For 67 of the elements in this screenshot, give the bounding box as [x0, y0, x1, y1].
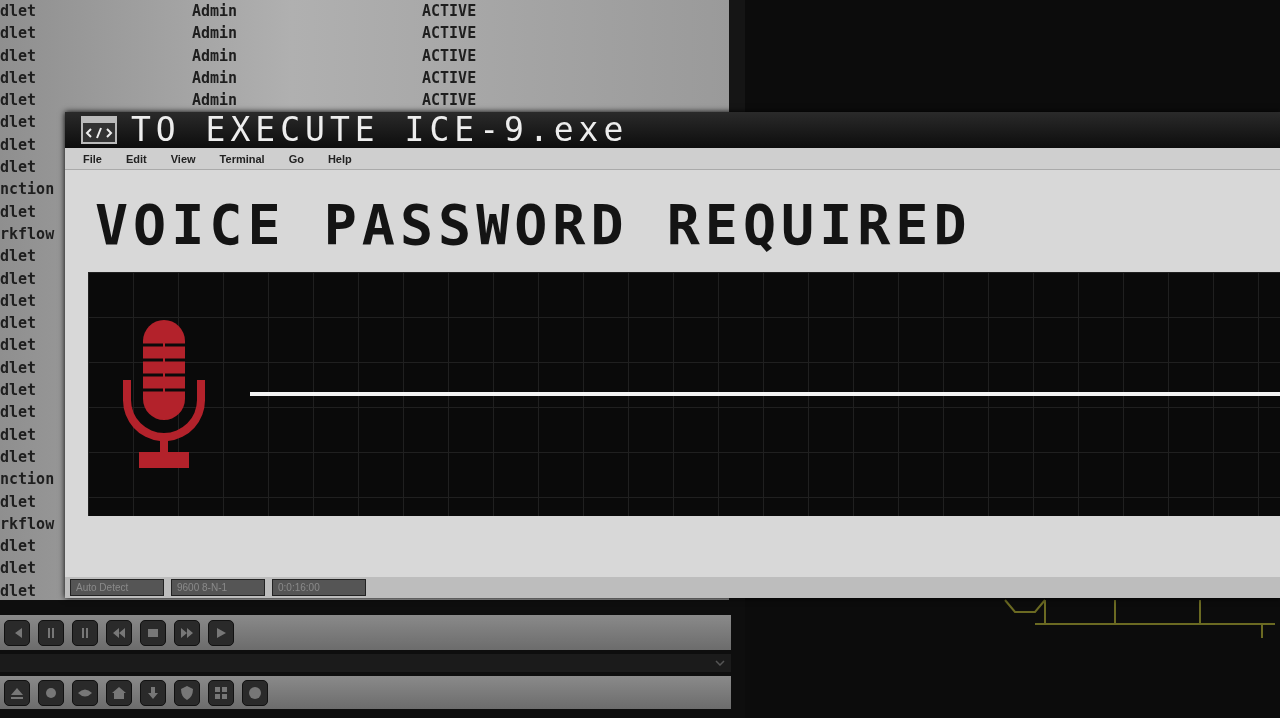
- list-cell-text: ACTIVE: [422, 23, 477, 45]
- list-cell-text: Admin: [192, 67, 238, 89]
- list-cell-text: dlet: [0, 134, 37, 156]
- toolbar-button[interactable]: [38, 679, 64, 706]
- list-cell-text: dlet: [0, 424, 37, 446]
- list-cell-text: ACTIVE: [422, 1, 477, 22]
- list-cell-text: dlet: [0, 446, 37, 468]
- toolbar-button[interactable]: [106, 679, 132, 706]
- list-cell-text: dlet: [0, 357, 37, 379]
- list-cell-text: dlet: [0, 201, 37, 223]
- toolbar-button[interactable]: [106, 619, 132, 646]
- download-icon: [145, 684, 161, 701]
- menu-item[interactable]: Help: [327, 151, 352, 166]
- toolbar-button[interactable]: [72, 619, 98, 646]
- list-cell-text: dlet: [0, 90, 37, 112]
- list-cell-text: dlet: [0, 536, 37, 558]
- caret-icon: [715, 660, 725, 666]
- list-cell-text: dlet: [0, 1, 37, 22]
- home-icon: [111, 684, 127, 701]
- list-cell-text: rkflow: [0, 223, 55, 245]
- list-cell-text: nction: [0, 469, 55, 491]
- list-cell-text: dlet: [0, 157, 37, 179]
- toolbar-button[interactable]: [140, 679, 166, 706]
- list-cell-text: ACTIVE: [422, 67, 477, 89]
- toolbar-button[interactable]: [208, 679, 234, 706]
- list-cell-text: Admin: [192, 90, 238, 112]
- list-cell-text: dlet: [0, 268, 37, 290]
- toolbar-button[interactable]: [208, 619, 234, 646]
- toolbar-button[interactable]: [140, 619, 166, 646]
- shield-icon: [179, 684, 195, 701]
- list-cell-text: ACTIVE: [422, 45, 477, 67]
- toolbar-button[interactable]: [4, 679, 30, 706]
- code-icon: [81, 116, 117, 144]
- microphone-icon: [123, 320, 205, 468]
- menu-item[interactable]: Edit: [125, 151, 147, 166]
- toolbar-button[interactable]: [174, 679, 200, 706]
- toolbar-button[interactable]: [174, 619, 200, 646]
- list-cell-text: Admin: [192, 1, 238, 22]
- list-cell-text: dlet: [0, 45, 37, 67]
- grid-icon: [213, 684, 229, 701]
- list-cell-text: dlet: [0, 313, 37, 335]
- list-cell-text: nction: [0, 179, 55, 201]
- list-cell-text: ACTIVE: [422, 90, 477, 112]
- toolbar-button[interactable]: [72, 679, 98, 706]
- list-cell-text: dlet: [0, 67, 37, 89]
- list-cell-text: dlet: [0, 558, 37, 580]
- list-cell-text: dlet: [0, 290, 37, 312]
- list-cell-text: dlet: [0, 491, 37, 513]
- list-cell-text: Admin: [192, 45, 238, 67]
- heading: VOICE PASSWORD REQUIRED: [95, 194, 973, 256]
- list-cell-text: dlet: [0, 380, 37, 402]
- window-title: TO EXECUTE ICE-9.exe: [131, 112, 629, 148]
- menu-item[interactable]: Terminal: [219, 151, 265, 166]
- toolbar-button[interactable]: [242, 679, 268, 706]
- menu-item[interactable]: File: [83, 151, 102, 166]
- menu-item[interactable]: Go: [288, 151, 304, 166]
- list-cell-text: dlet: [0, 246, 37, 268]
- menu-item[interactable]: View: [170, 151, 196, 166]
- list-cell-text: dlet: [0, 580, 37, 600]
- list-cell-text: dlet: [0, 112, 37, 134]
- list-cell-text: dlet: [0, 23, 37, 45]
- toolbar-button[interactable]: [38, 619, 64, 646]
- toolbar-button[interactable]: [4, 619, 30, 646]
- list-cell-text: dlet: [0, 335, 37, 357]
- list-cell-text: rkflow: [0, 513, 55, 535]
- list-cell-text: dlet: [0, 402, 37, 424]
- list-cell-text: Admin: [192, 23, 238, 45]
